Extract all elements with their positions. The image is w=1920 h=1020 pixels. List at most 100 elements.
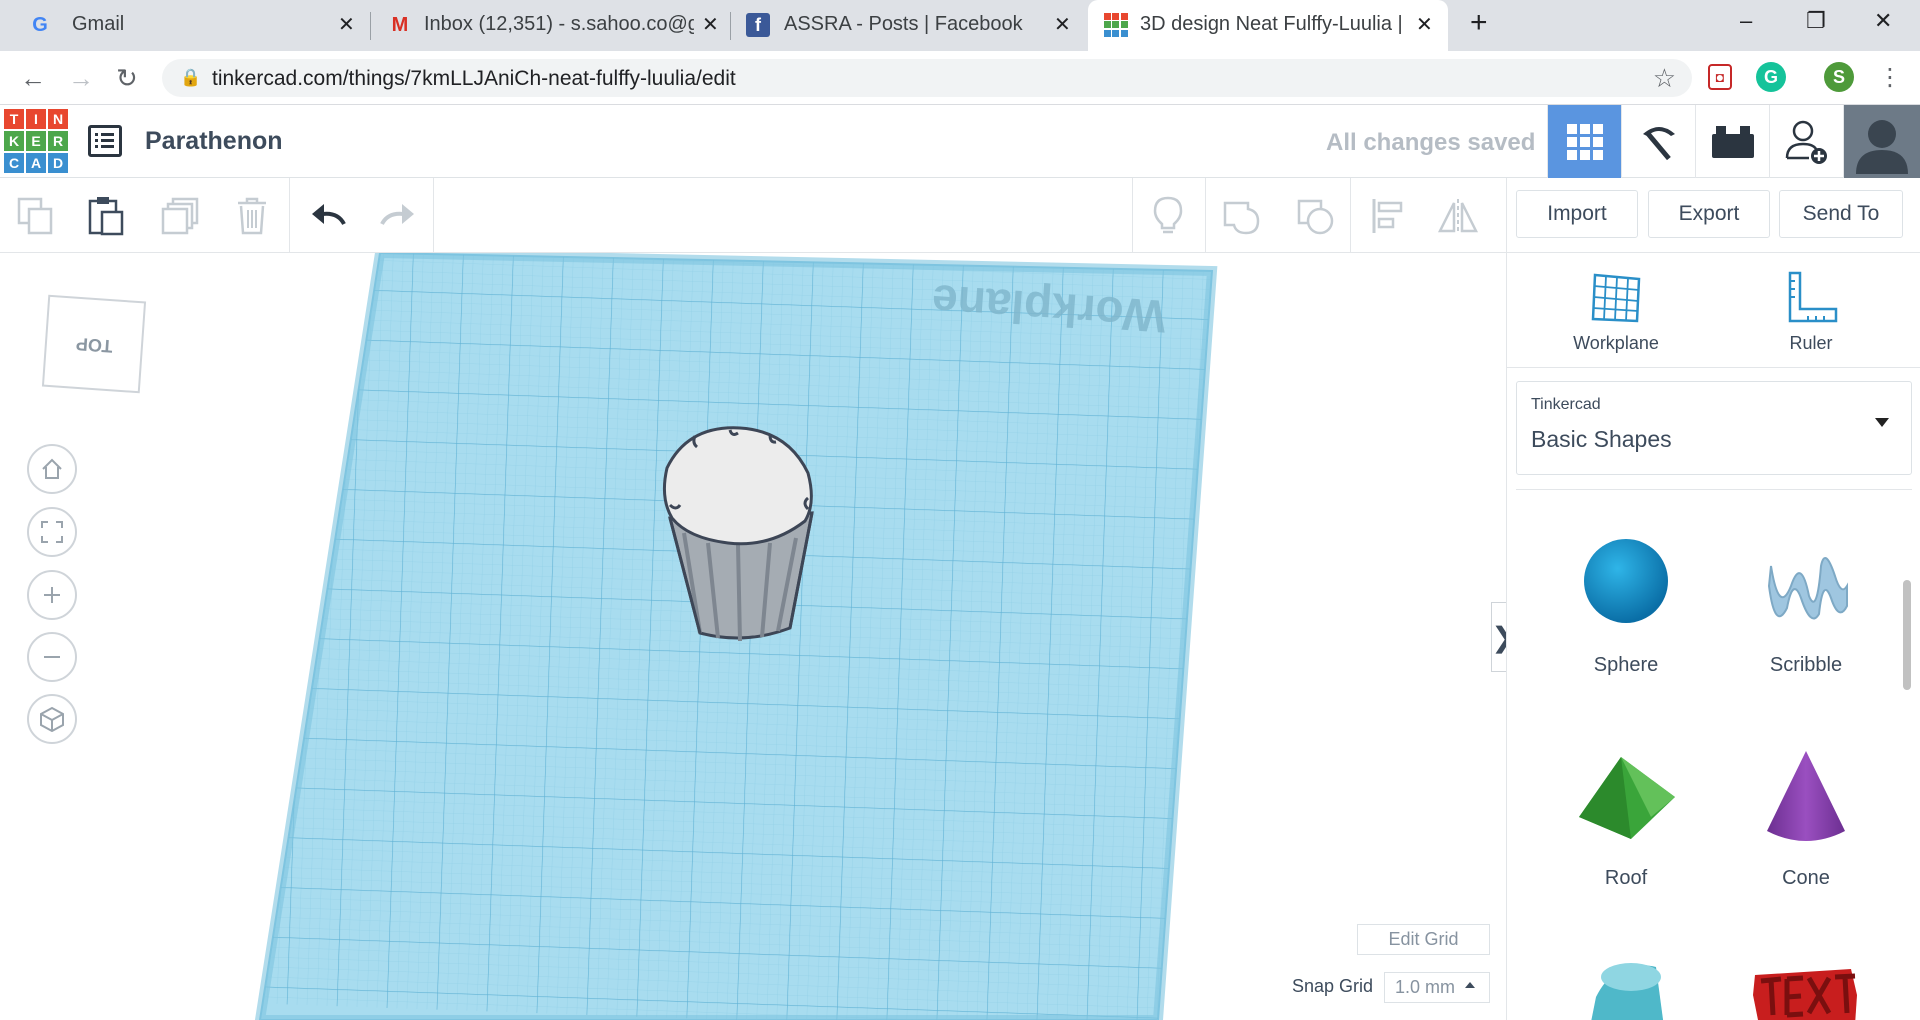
text-shape-icon	[1753, 969, 1857, 1020]
tab-facebook[interactable]: f ASSRA - Posts | Facebook ✕	[732, 0, 1088, 51]
import-button[interactable]: Import	[1516, 190, 1638, 238]
blocks-view-button[interactable]	[1621, 105, 1695, 178]
browser-tab-strip: G Gmail ✕ M Inbox (12,351) - s.sahoo.co@…	[0, 0, 1920, 51]
panel-collapse-button[interactable]: ❯	[1491, 602, 1506, 672]
duplicate-button[interactable]	[158, 194, 202, 238]
zoom-out-button[interactable]	[27, 632, 77, 682]
notes-button[interactable]	[1146, 194, 1190, 238]
close-icon[interactable]: ✕	[1416, 12, 1433, 37]
copy-button[interactable]	[14, 194, 58, 238]
shape-roof[interactable]: Roof	[1551, 747, 1701, 890]
user-avatar[interactable]	[1843, 105, 1920, 178]
back-button[interactable]: ←	[20, 63, 46, 94]
view-cube-label: TOP	[74, 333, 113, 356]
lock-icon: 🔒	[180, 68, 202, 87]
shape-label: Roof	[1604, 867, 1648, 889]
fit-view-button[interactable]	[27, 507, 77, 557]
copy-icon	[17, 197, 53, 235]
design-list-icon[interactable]	[88, 125, 122, 157]
home-icon	[42, 458, 62, 479]
close-icon[interactable]: ✕	[1054, 12, 1071, 37]
shape-sphere[interactable]: Sphere	[1551, 536, 1701, 677]
group-button[interactable]	[1220, 194, 1264, 238]
cube-icon	[40, 706, 64, 732]
logo-letter: T	[4, 109, 24, 129]
mirror-icon	[1437, 199, 1479, 233]
projection-button[interactable]	[27, 694, 77, 744]
mirror-button[interactable]	[1436, 194, 1480, 238]
workplane-tool[interactable]: Workplane	[1541, 271, 1691, 354]
undo-button[interactable]	[306, 194, 350, 238]
shape-cylinder-partial[interactable]	[1551, 957, 1701, 1020]
panel-scrollbar[interactable]	[1903, 580, 1911, 690]
tinkercad-logo[interactable]: T I N K E R C A D	[4, 109, 68, 173]
extension-shield-icon[interactable]: ◘	[1708, 64, 1732, 90]
ungroup-icon	[1297, 199, 1334, 235]
forward-button[interactable]: →	[68, 63, 94, 94]
design-title[interactable]: Parathenon	[145, 127, 283, 156]
tab-title: Inbox (12,351) - s.sahoo.co@gma	[424, 13, 694, 35]
tab-tinkercad[interactable]: 3D design Neat Fulffy-Luulia | Tin ✕	[1088, 0, 1448, 51]
shape-library-dropdown[interactable]: Tinkercad Basic Shapes	[1516, 381, 1912, 475]
tab-gmail[interactable]: G Gmail ✕	[0, 0, 370, 51]
window-close-button[interactable]: ✕	[1874, 8, 1892, 34]
shape-text-partial[interactable]	[1731, 965, 1881, 1020]
minimize-button[interactable]: –	[1740, 8, 1752, 34]
url-field[interactable]: 🔒 tinkercad.com/things/7kmLLJAniCh-neat-…	[162, 59, 1692, 97]
toolbar-divider	[1350, 178, 1351, 253]
3d-canvas[interactable]: Workplane TOP ❯ Edit Grid Snap Grid 1.0 …	[0, 253, 1506, 1020]
edit-grid-button[interactable]: Edit Grid	[1357, 924, 1490, 955]
logo-letter: N	[48, 109, 68, 129]
send-to-button[interactable]: Send To	[1779, 190, 1903, 238]
snap-grid-select[interactable]: 1.0 mm	[1384, 972, 1490, 1003]
close-icon[interactable]: ✕	[702, 12, 719, 37]
shape-label: Cone	[1782, 867, 1830, 889]
reload-button[interactable]: ↻	[116, 63, 138, 94]
sphere-icon	[1584, 539, 1668, 623]
close-icon[interactable]: ✕	[338, 12, 355, 37]
delete-button[interactable]	[230, 194, 274, 238]
shape-scribble[interactable]: Scribble	[1731, 536, 1881, 677]
avatar-icon	[1856, 119, 1908, 174]
shape-cone[interactable]: Cone	[1731, 747, 1881, 890]
fit-icon	[41, 521, 63, 543]
panel-divider	[1516, 489, 1912, 490]
align-button[interactable]	[1366, 194, 1410, 238]
grammarly-icon[interactable]: G	[1756, 62, 1786, 92]
tab-divider	[370, 12, 371, 40]
pickaxe-icon	[1642, 126, 1675, 160]
redo-button[interactable]	[376, 194, 420, 238]
ruler-tool[interactable]: Ruler	[1736, 271, 1886, 354]
paste-button[interactable]	[84, 194, 128, 238]
logo-letter: E	[26, 131, 46, 151]
export-button[interactable]: Export	[1648, 190, 1770, 238]
grid-icon	[1566, 123, 1603, 160]
toolbar-divider	[289, 178, 290, 253]
profile-avatar[interactable]: S	[1824, 62, 1854, 92]
cone-icon	[1767, 751, 1845, 841]
bricks-view-button[interactable]	[1695, 105, 1769, 178]
tab-inbox[interactable]: M Inbox (12,351) - s.sahoo.co@gma ✕	[372, 0, 730, 51]
dropdown-caret-icon	[1875, 418, 1889, 427]
browser-menu-icon[interactable]: ⋮	[1878, 63, 1902, 92]
invite-user-button[interactable]	[1769, 105, 1843, 178]
bookmark-star-icon[interactable]: ☆	[1653, 63, 1676, 94]
save-status: All changes saved	[1326, 129, 1536, 156]
maximize-button[interactable]: ❐	[1806, 8, 1826, 34]
app-header: T I N K E R C A D Parathenon All changes…	[0, 105, 1920, 178]
shape-label: Scribble	[1769, 654, 1843, 676]
caret-up-icon	[1465, 982, 1475, 988]
tinkercad-icon	[1104, 13, 1128, 37]
minus-icon	[44, 656, 60, 658]
toolbar-divider	[1506, 178, 1507, 253]
library-value: Basic Shapes	[1531, 426, 1672, 452]
home-view-button[interactable]	[27, 444, 77, 494]
zoom-in-button[interactable]	[27, 570, 77, 620]
view-cube[interactable]: TOP	[41, 294, 147, 394]
ungroup-button[interactable]	[1294, 194, 1338, 238]
workplane[interactable]: Workplane	[0, 253, 1506, 1020]
address-bar-row: ← → ↻ 🔒 tinkercad.com/things/7kmLLJAniCh…	[0, 51, 1920, 105]
3d-view-button[interactable]	[1547, 105, 1621, 178]
tab-title: 3D design Neat Fulffy-Luulia | Tin	[1140, 13, 1404, 35]
new-tab-button[interactable]: +	[1470, 6, 1488, 40]
